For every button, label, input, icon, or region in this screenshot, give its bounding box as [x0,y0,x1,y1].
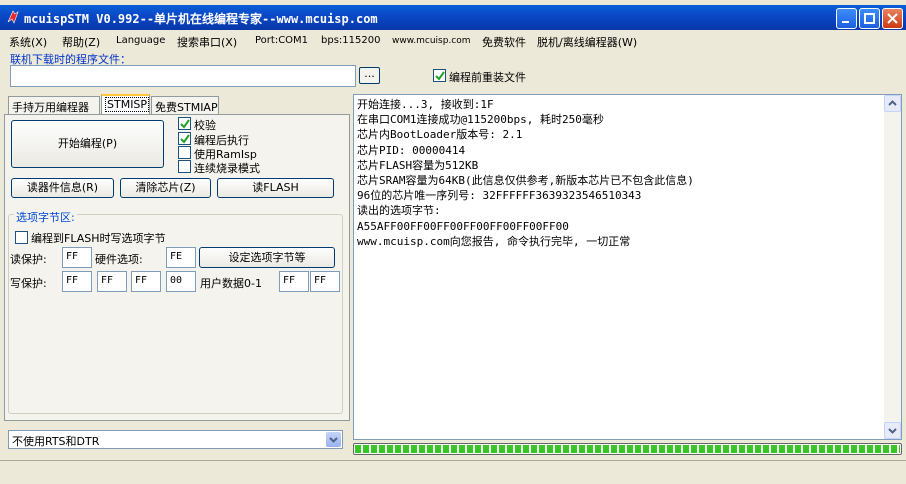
log-line: www.mcuisp.com向您报告, 命令执行完毕, 一切正常 [357,234,631,248]
hardware-option-input[interactable]: FE [166,247,196,268]
verify-label: 校验 [194,119,216,132]
close-icon [887,13,898,24]
write-protect-input-3[interactable]: 00 [166,271,196,292]
minimize-icon [842,21,849,23]
progress-fill [355,445,900,453]
log-output[interactable]: 开始连接...3, 接收到:1F 在串口COM1连接成功@115200bps, … [353,94,902,440]
hardware-option-label: 硬件选项: [95,253,143,266]
set-option-bytes-button[interactable]: 设定选项字节等 [199,247,335,268]
maximize-icon [864,13,875,24]
user-data-input-1[interactable]: FF [310,271,340,292]
tab-handheld-programmer[interactable]: 手持万用编程器 [8,96,100,114]
erase-chip-button[interactable]: 清除芯片(Z) [120,178,211,198]
continuous-mode-checkbox[interactable] [178,160,191,173]
status-bar [0,460,906,484]
option-bytes-title: 选项字节区: [14,209,77,225]
reload-file-label: 编程前重装文件 [449,71,526,84]
checkmark-icon [180,134,190,144]
continuous-mode-label: 连续烧录模式 [194,162,260,175]
browse-button[interactable]: ... [359,67,380,84]
log-scrollbar[interactable] [884,95,901,439]
log-line: 芯片SRAM容量为64KB(此信息仅供参考,新版本芯片已不包含此信息) [357,174,694,188]
log-lines: 开始连接...3, 接收到:1F 在串口COM1连接成功@115200bps, … [357,97,882,249]
app-window: mcuispSTM V0.992--单片机在线编程专家--www.mcuisp.… [0,0,906,484]
minimize-button[interactable] [836,8,857,29]
progress-bar [353,443,902,455]
log-line: 芯片内BootLoader版本号: 2.1 [357,128,523,142]
checkmark-icon [435,71,445,81]
menu-bar: 系统(X) 帮助(Z) Language 搜索串口(X) Port:COM1 b… [0,32,906,50]
read-protect-input[interactable]: FF [62,247,92,268]
user-data-label: 用户数据0-1 [200,277,262,290]
use-ramisp-checkbox[interactable] [178,146,191,159]
menu-language[interactable]: Language [116,35,165,46]
program-file-input[interactable] [10,65,356,87]
checkmark-icon [180,119,190,129]
log-line: 芯片PID: 00000414 [357,143,466,157]
verify-checkbox[interactable] [178,117,191,130]
menu-offline-programmer[interactable]: 脱机/离线编程器(W) [537,34,637,50]
log-line: A55AFF00FF00FF00FF00FF00FF00FF00 [357,219,569,233]
menu-system[interactable]: 系统(X) [9,34,47,50]
log-line: 96位的芯片唯一序列号: 32FFFFFF3639323546510343 [357,189,642,203]
app-logo-icon [7,10,19,24]
reload-file-checkbox[interactable] [433,69,446,82]
chevron-down-icon [888,428,897,434]
write-protect-label: 写保护: [10,277,47,290]
menu-port[interactable]: Port:COM1 [255,35,308,46]
log-line: 开始连接...3, 接收到:1F [357,98,494,111]
log-line: 读出的选项字节: [357,204,441,218]
title-bar[interactable]: mcuispSTM V0.992--单片机在线编程专家--www.mcuisp.… [0,5,906,30]
read-protect-label: 读保护: [10,253,47,266]
write-protect-input-2[interactable]: FF [131,271,161,292]
write-protect-input-1[interactable]: FF [97,271,127,292]
user-data-input-0[interactable]: FF [279,271,309,292]
read-flash-button[interactable]: 读FLASH [217,178,334,198]
scroll-up-button[interactable] [884,95,901,112]
tab-stmisp-label: STMISP [105,97,150,112]
log-line: 在串口COM1连接成功@115200bps, 耗时250毫秒 [357,113,604,127]
dropdown-arrow[interactable] [326,432,341,447]
run-after-program-checkbox[interactable] [178,132,191,145]
maximize-button[interactable] [859,8,880,29]
write-option-bytes-checkbox[interactable] [15,231,28,244]
menu-free-software[interactable]: 免费软件 [482,34,526,50]
write-protect-input-0[interactable]: FF [62,271,92,292]
scroll-down-button[interactable] [884,422,901,439]
rts-dtr-value: 不使用RTS和DTR [12,435,100,448]
close-button[interactable] [882,8,903,29]
chevron-up-icon [888,100,897,106]
window-title: mcuispSTM V0.992--单片机在线编程专家--www.mcuisp.… [24,12,378,26]
chevron-down-icon [329,437,338,443]
menu-website[interactable]: www.mcuisp.com [392,36,471,46]
write-option-bytes-label: 编程到FLASH时写选项字节 [31,232,166,245]
start-programming-button[interactable]: 开始编程(P) [11,120,164,168]
log-line: 芯片FLASH容量为512KB [357,158,479,172]
read-device-info-button[interactable]: 读器件信息(R) [11,178,114,198]
rts-dtr-select[interactable]: 不使用RTS和DTR [8,430,343,449]
tab-stmisp[interactable]: STMISP [101,94,150,115]
menu-help[interactable]: 帮助(Z) [62,34,100,50]
menu-bps[interactable]: bps:115200 [321,35,380,46]
tab-free-stmiap[interactable]: 免费STMIAP [151,96,219,114]
menu-search-port[interactable]: 搜索串口(X) [177,34,237,50]
